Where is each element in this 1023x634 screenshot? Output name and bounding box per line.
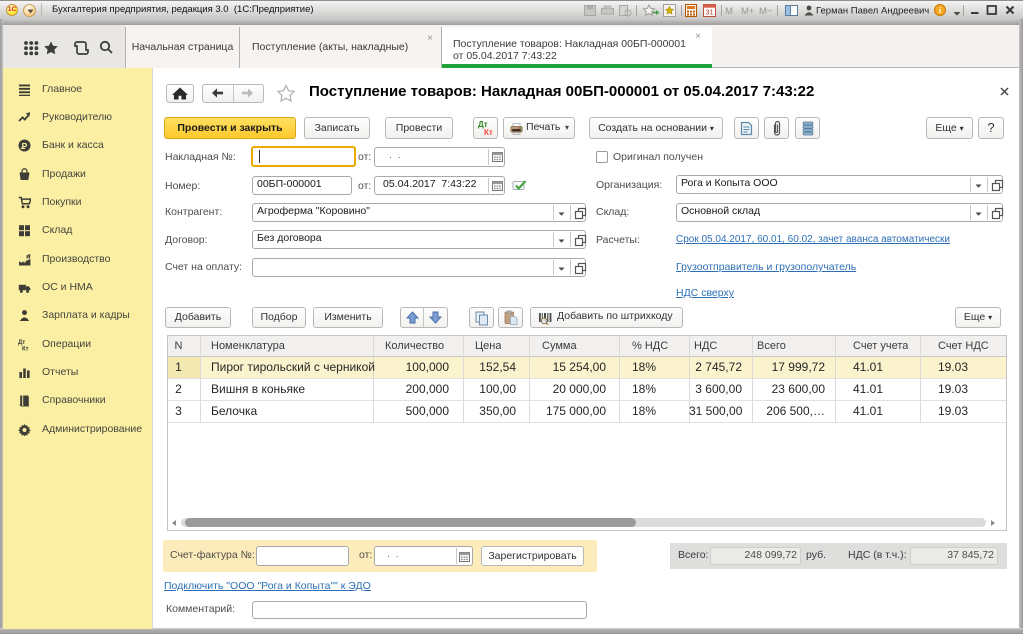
svg-text:Дт: Дт [18,340,25,346]
svg-text:31: 31 [706,10,714,17]
svg-text:Кт: Кт [22,346,29,351]
svg-text:Р: Р [22,141,28,151]
svg-text:M+: M+ [741,6,755,17]
svg-text:Герман Павел Андреевич: Герман Павел Андреевич [816,6,929,17]
svg-text:M−: M− [759,6,773,17]
svg-text:M: M [725,6,733,17]
